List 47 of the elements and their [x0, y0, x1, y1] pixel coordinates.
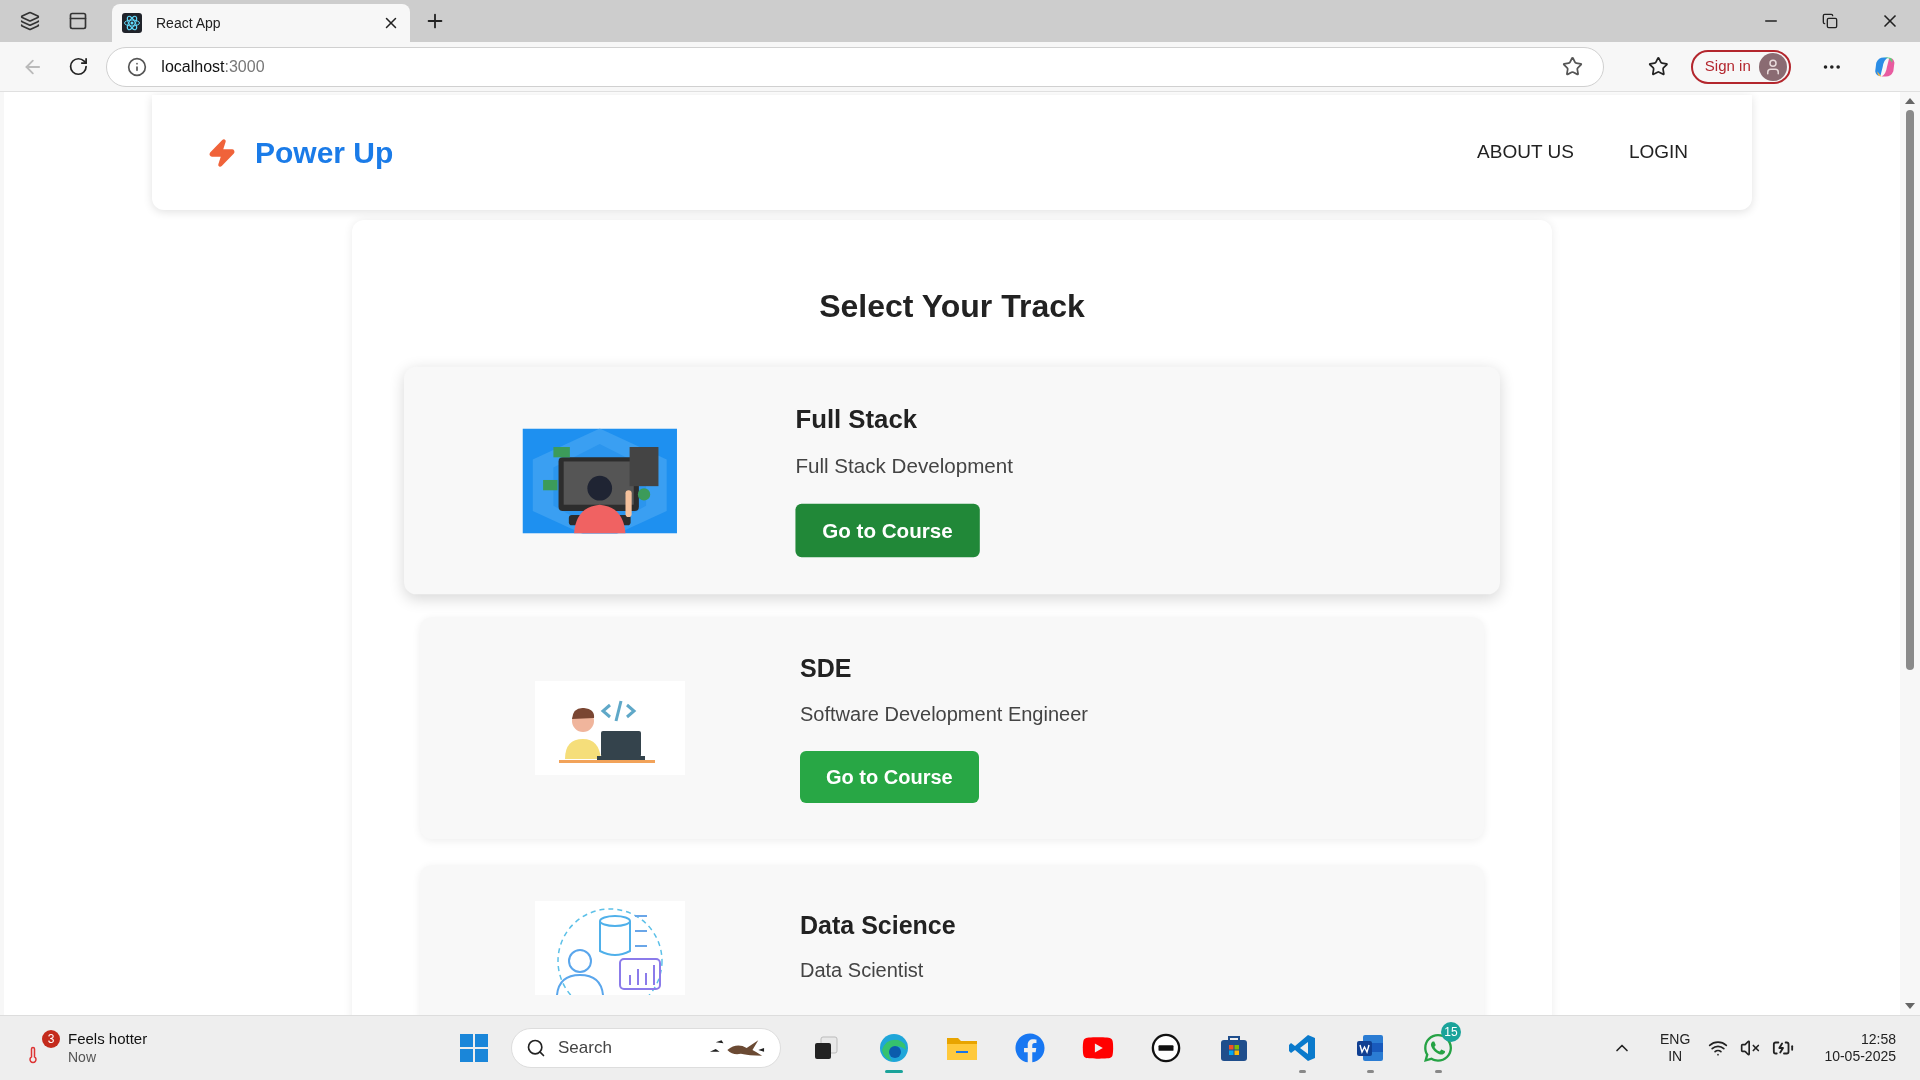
tab-actions-icon[interactable] [68, 11, 88, 31]
star-icon[interactable] [1562, 56, 1584, 77]
muted-speaker-icon[interactable] [1740, 1038, 1761, 1058]
weather-title: Feels hotter [68, 1029, 148, 1049]
nav-link[interactable]: ABOUT US [1477, 138, 1574, 167]
wifi-icon[interactable] [1708, 1038, 1729, 1058]
brand-name[interactable]: Power Up [255, 130, 394, 175]
favorites-icon[interactable] [1648, 56, 1669, 77]
store-bag-icon[interactable] [1219, 1033, 1249, 1063]
tab-title: React App [156, 13, 222, 33]
atom-icon [122, 13, 142, 33]
language-code[interactable]: ENG [1660, 1030, 1691, 1048]
search-field[interactable]: Search [511, 1028, 781, 1068]
go-to-course-button[interactable]: Go to Course [795, 503, 980, 558]
lightning-icon [207, 137, 237, 168]
ring-logo-icon[interactable] [1151, 1033, 1181, 1063]
reload-icon[interactable] [67, 56, 89, 77]
avatar-icon [1758, 52, 1787, 81]
start-icon[interactable] [459, 1033, 489, 1063]
track-title: Full Stack [795, 403, 918, 436]
weather-time: Now [68, 1048, 97, 1067]
code-editor-icon[interactable] [1287, 1033, 1317, 1063]
page-heading: Select Your Track [818, 287, 1086, 326]
address-field[interactable]: localhost:3000 [106, 46, 1605, 87]
track-title: Data Science [800, 909, 956, 941]
restore-icon[interactable] [1822, 13, 1838, 29]
track-title: SDE [800, 653, 852, 685]
url-text: localhost:3000 [161, 56, 266, 77]
track-description: Full Stack Development [795, 453, 1013, 480]
notification-badge: 15 [1441, 1022, 1461, 1042]
clock-date[interactable]: 10-05-2025 [1824, 1048, 1896, 1066]
workspaces-icon[interactable] [20, 11, 40, 31]
scrollbar[interactable] [1900, 92, 1920, 1015]
nav-link[interactable]: LOGIN [1628, 138, 1688, 167]
track-description: Data Scientist [800, 958, 924, 984]
sign-in-button[interactable]: Sign in [1690, 49, 1791, 84]
facebook-icon[interactable] [1015, 1033, 1045, 1063]
browser-tab[interactable]: React App [112, 4, 410, 42]
task-view-icon[interactable] [812, 1034, 840, 1062]
notification-badge: 3 [42, 1030, 60, 1048]
search-icon [526, 1038, 546, 1058]
browser-icon[interactable] [878, 1032, 910, 1064]
track-description: Software Development Engineer [800, 701, 1088, 727]
clock-time[interactable]: 12:58 [1860, 1030, 1896, 1048]
region-code[interactable]: IN [1668, 1048, 1683, 1066]
document-app-icon[interactable] [1355, 1033, 1385, 1063]
info-icon [127, 56, 148, 77]
